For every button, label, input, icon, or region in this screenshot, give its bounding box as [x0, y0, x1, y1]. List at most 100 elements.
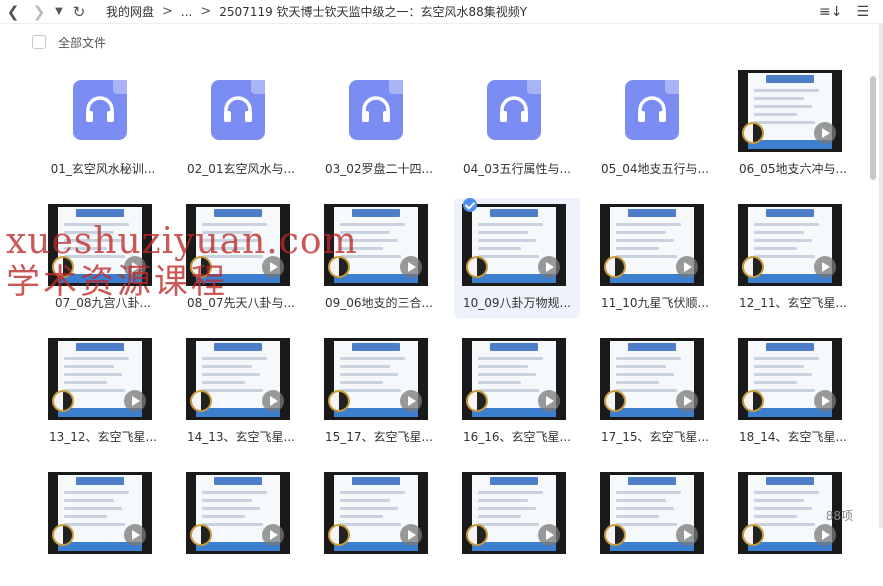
scrollbar-thumb[interactable] [870, 76, 876, 180]
play-icon [538, 390, 560, 412]
file-name: 03_02罗盘二十四... [316, 160, 442, 177]
file-tile[interactable]: 04_03五行属性与... [454, 64, 580, 184]
bagua-icon [604, 390, 626, 412]
bagua-icon [742, 256, 764, 278]
play-icon [814, 390, 836, 412]
back-button[interactable]: ❮ [0, 0, 26, 24]
play-icon [400, 390, 422, 412]
bagua-icon [742, 122, 764, 144]
audio-file-icon [211, 80, 265, 140]
file-name: 11_10九星飞伏顺... [592, 294, 718, 311]
play-icon [676, 256, 698, 278]
file-name: 02_01玄空风水与... [178, 160, 304, 177]
bagua-icon [52, 390, 74, 412]
bagua-icon [604, 256, 626, 278]
video-thumbnail [48, 338, 152, 420]
file-tile[interactable]: 18_14、玄空飞星... [730, 332, 856, 452]
audio-file-icon [349, 80, 403, 140]
file-name: 17_15、玄空飞星... [592, 428, 718, 445]
bagua-icon [742, 390, 764, 412]
file-tile[interactable] [592, 466, 718, 586]
bagua-icon [466, 390, 488, 412]
select-all-checkbox[interactable] [32, 35, 46, 49]
chevron-left-icon: ❮ [7, 3, 20, 21]
file-tile[interactable]: 14_13、玄空飞星... [178, 332, 304, 452]
file-name: 01_玄空风水秘训... [40, 160, 166, 177]
bagua-icon [604, 524, 626, 546]
breadcrumb-item-root[interactable]: 我的网盘 [106, 3, 154, 20]
play-icon [400, 256, 422, 278]
play-icon [124, 390, 146, 412]
audio-file-icon [487, 80, 541, 140]
file-tile[interactable]: 01_玄空风水秘训... [40, 64, 166, 184]
file-tile[interactable]: 17_15、玄空飞星... [592, 332, 718, 452]
play-icon [676, 524, 698, 546]
file-tile[interactable]: 07_08九宫八卦... [40, 198, 166, 318]
video-thumbnail [48, 204, 152, 286]
bagua-icon [466, 524, 488, 546]
history-dropdown[interactable]: ▼ [52, 0, 66, 24]
file-tile[interactable]: 11_10九星飞伏顺... [592, 198, 718, 318]
video-thumbnail [738, 70, 842, 152]
file-tile[interactable] [40, 466, 166, 586]
chevron-right-icon: > [162, 4, 173, 19]
audio-file-icon [73, 80, 127, 140]
video-thumbnail [324, 204, 428, 286]
breadcrumb: 我的网盘 > ... > 2507119 钦天博士钦天监中级之一：玄空风水88集… [106, 3, 527, 20]
file-tile[interactable] [730, 466, 856, 586]
video-thumbnail [324, 338, 428, 420]
video-thumbnail [186, 204, 290, 286]
chevron-right-icon: ❯ [33, 3, 46, 21]
refresh-button[interactable]: ↻ [66, 0, 92, 24]
file-tile[interactable] [178, 466, 304, 586]
play-icon [676, 390, 698, 412]
file-tile[interactable]: 08_07先天八卦与... [178, 198, 304, 318]
video-thumbnail [462, 472, 566, 554]
selected-check-icon[interactable] [463, 198, 477, 212]
toolbar: ❮ ❯ ▼ ↻ 我的网盘 > ... > 2507119 钦天博士钦天监中级之一… [0, 0, 883, 24]
video-thumbnail [600, 472, 704, 554]
video-thumbnail [600, 204, 704, 286]
bagua-icon [466, 256, 488, 278]
file-tile[interactable]: 10_09八卦万物规... [454, 198, 580, 318]
play-icon [814, 524, 836, 546]
list-view-icon[interactable]: ☰ [856, 4, 869, 20]
file-tile[interactable]: 05_04地支五行与... [592, 64, 718, 184]
file-tile[interactable]: 02_01玄空风水与... [178, 64, 304, 184]
bagua-icon [190, 256, 212, 278]
forward-button[interactable]: ❯ [26, 0, 52, 24]
file-name: 08_07先天八卦与... [178, 294, 304, 311]
video-thumbnail [738, 204, 842, 286]
file-name: 06_05地支六冲与... [730, 160, 856, 177]
bagua-icon [742, 524, 764, 546]
select-all-label: 全部文件 [58, 34, 106, 51]
file-tile[interactable]: 06_05地支六冲与... [730, 64, 856, 184]
file-tile[interactable]: 16_16、玄空飞星... [454, 332, 580, 452]
file-name: 10_09八卦万物规... [454, 294, 580, 311]
sort-icon[interactable]: ≡↓ [819, 4, 842, 20]
file-tile[interactable]: 03_02罗盘二十四... [316, 64, 442, 184]
file-name: 18_14、玄空飞星... [730, 428, 856, 445]
file-tile[interactable]: 12_11、玄空飞星... [730, 198, 856, 318]
file-tile[interactable] [454, 466, 580, 586]
file-tile[interactable]: 13_12、玄空飞星... [40, 332, 166, 452]
play-icon [538, 524, 560, 546]
play-icon [262, 524, 284, 546]
play-icon [814, 122, 836, 144]
audio-file-icon [625, 80, 679, 140]
file-name: 14_13、玄空飞星... [178, 428, 304, 445]
video-thumbnail [600, 338, 704, 420]
play-icon [262, 256, 284, 278]
play-icon [124, 524, 146, 546]
file-list-header: 全部文件 [0, 28, 868, 56]
bagua-icon [328, 390, 350, 412]
file-tile[interactable] [316, 466, 442, 586]
file-name: 04_03五行属性与... [454, 160, 580, 177]
file-name: 09_06地支的三合... [316, 294, 442, 311]
scrollbar[interactable] [869, 64, 877, 504]
file-name: 16_16、玄空飞星... [454, 428, 580, 445]
file-tile[interactable]: 09_06地支的三合... [316, 198, 442, 318]
file-tile[interactable]: 15_17、玄空飞星... [316, 332, 442, 452]
bagua-icon [190, 524, 212, 546]
breadcrumb-item-ellipsis[interactable]: ... [181, 5, 192, 19]
